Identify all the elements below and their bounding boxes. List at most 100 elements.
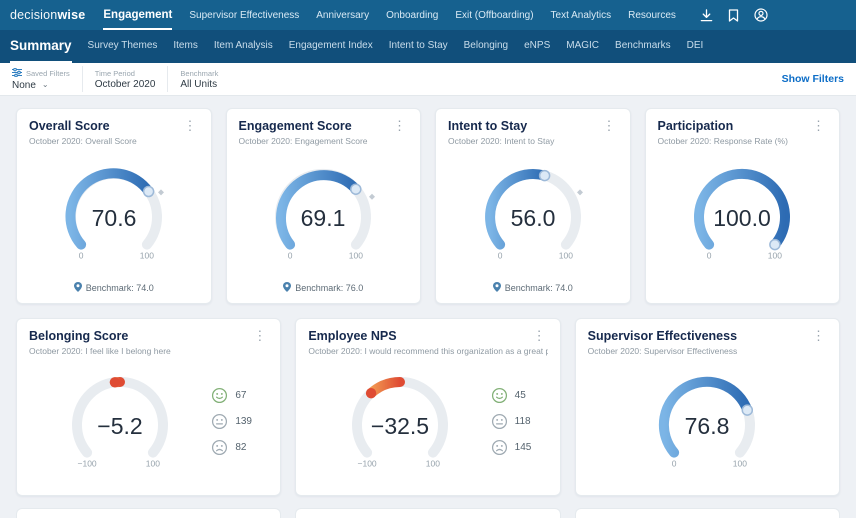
benchmark-row: Benchmark: 74.0 [29, 281, 199, 295]
gauge-min-label: 0 [288, 250, 293, 260]
subnav-item-intent-to-stay[interactable]: Intent to Stay [389, 30, 448, 63]
saved-filters-label: Saved Filters [26, 69, 70, 78]
card-subtitle: October 2020: Supervisor Effectiveness [588, 346, 827, 356]
stat-count: 139 [235, 416, 252, 427]
gauge-min-label: 0 [672, 458, 677, 468]
gauge-max-label: 100 [425, 458, 439, 468]
gauge-value: 70.6 [91, 205, 136, 231]
gauge-knob [351, 184, 361, 194]
card-supervisor-effectiveness: Supervisor Effectiveness ⋮ October 2020:… [575, 318, 840, 496]
topnav-item-anniversary[interactable]: Anniversary [316, 0, 369, 30]
top-icon-group [700, 8, 846, 22]
subnav-item-dei[interactable]: DEI [687, 30, 704, 63]
gauge-svg: 76.80100 [632, 369, 782, 475]
time-period-label: Time Period [95, 69, 135, 78]
subnav-item-survey-themes[interactable]: Survey Themes [88, 30, 158, 63]
benchmark-row: Benchmark: 74.0 [448, 281, 618, 295]
smiley-happy-icon [491, 387, 508, 404]
stat-count: 45 [515, 390, 526, 401]
benchmark-marker [158, 189, 164, 195]
gauge-max-label: 100 [140, 250, 154, 260]
kebab-menu-icon[interactable]: ⋮ [251, 329, 268, 342]
kebab-menu-icon[interactable]: ⋮ [391, 119, 408, 132]
top-navigation-bar: decisionwise Engagement Supervisor Effect… [0, 0, 856, 30]
gauge-max-label: 100 [733, 458, 747, 468]
gauge-min-label: 0 [78, 250, 83, 260]
brand-logo[interactable]: decisionwise [10, 8, 85, 22]
subnav-item-belonging[interactable]: Belonging [464, 30, 508, 63]
stat-neutral: 139 [211, 413, 252, 430]
topnav-item-engagement[interactable]: Engagement [103, 0, 172, 30]
saved-filters-select[interactable]: None ⌄ [12, 80, 70, 91]
smiley-sad-icon [491, 439, 508, 456]
card-participation: Participation ⋮ October 2020: Response R… [645, 108, 841, 304]
card-row-3-partial [16, 508, 840, 518]
gauge-min-label: 0 [497, 250, 502, 260]
benchmark-pin-icon [283, 282, 291, 294]
gauge-chart: −32.5−100100 [325, 369, 475, 475]
stat-neutral: 118 [491, 413, 532, 430]
show-filters-link[interactable]: Show Filters [782, 73, 844, 85]
topnav-item-supervisor-effectiveness[interactable]: Supervisor Effectiveness [189, 0, 299, 30]
card-subtitle: October 2020: I feel like I belong here [29, 346, 268, 356]
subnav-item-enps[interactable]: eNPS [524, 30, 550, 63]
gauge-chart: −5.2−100100 [45, 369, 195, 475]
benchmark-text: Benchmark: 76.0 [295, 283, 363, 293]
smiley-happy-icon [211, 387, 228, 404]
gauge-chart: 70.6 0 100 [39, 161, 189, 267]
card-row-2: Belonging Score ⋮ October 2020: I feel l… [16, 318, 840, 496]
kebab-menu-icon[interactable]: ⋮ [182, 119, 199, 132]
card-stub [16, 508, 281, 518]
time-period-group[interactable]: Time Period October 2020 [82, 66, 168, 92]
stat-happy: 45 [491, 387, 532, 404]
gauge-max-label: 100 [768, 250, 782, 260]
gauge-value: −5.2 [98, 413, 143, 439]
card-subtitle: October 2020: Engagement Score [239, 136, 409, 146]
subnav-item-items[interactable]: Items [173, 30, 197, 63]
gauge-value: 100.0 [713, 205, 771, 231]
saved-filters-group[interactable]: Saved Filters None ⌄ [12, 66, 82, 92]
gauge-chart: 100.00100 [667, 161, 817, 267]
benchmark-group[interactable]: Benchmark All Units [167, 66, 230, 92]
stat-count: 67 [235, 390, 246, 401]
smiley-sad-icon [211, 439, 228, 456]
card-employee-nps: Employee NPS ⋮ October 2020: I would rec… [295, 318, 560, 496]
gauge-value: 56.0 [510, 205, 555, 231]
gauge-knob [143, 186, 153, 196]
topnav-item-text-analytics[interactable]: Text Analytics [551, 0, 612, 30]
kebab-menu-icon[interactable]: ⋮ [810, 119, 827, 132]
gauge-svg: −5.2−100100 [45, 369, 195, 475]
card-title: Belonging Score [29, 329, 128, 343]
card-title: Engagement Score [239, 119, 352, 133]
stat-count: 145 [515, 442, 532, 453]
topnav-item-exit-offboarding[interactable]: Exit (Offboarding) [455, 0, 533, 30]
gauge-knob [366, 388, 376, 398]
account-icon[interactable] [754, 8, 768, 22]
kebab-menu-icon[interactable]: ⋮ [601, 119, 618, 132]
gauge-chart: 69.10100 [248, 161, 398, 267]
subnav-item-summary[interactable]: Summary [10, 30, 72, 63]
chevron-down-icon: ⌄ [42, 81, 49, 89]
gauge-svg: 56.00100 [458, 161, 608, 267]
download-icon[interactable] [700, 9, 713, 22]
stat-count: 82 [235, 442, 246, 453]
card-stub [575, 508, 840, 518]
subnav-item-engagement-index[interactable]: Engagement Index [289, 30, 373, 63]
gauge-value: 69.1 [301, 205, 346, 231]
kebab-menu-icon[interactable]: ⋮ [810, 329, 827, 342]
topnav-item-resources[interactable]: Resources [628, 0, 676, 30]
kebab-menu-icon[interactable]: ⋮ [531, 329, 548, 342]
stat-happy: 67 [211, 387, 252, 404]
filter-bar: Saved Filters None ⌄ Time Period October… [0, 63, 856, 96]
card-stub [295, 508, 560, 518]
subnav-item-item-analysis[interactable]: Item Analysis [214, 30, 273, 63]
subnav-item-benchmarks[interactable]: Benchmarks [615, 30, 671, 63]
gauge-knob [539, 170, 549, 180]
subnav-item-magic[interactable]: MAGIC [566, 30, 599, 63]
card-overall-score: Overall Score ⋮ October 2020: Overall Sc… [16, 108, 212, 304]
dashboard-content: Overall Score ⋮ October 2020: Overall Sc… [0, 96, 856, 518]
brand-logo-bold: wise [57, 8, 85, 22]
topnav-item-onboarding[interactable]: Onboarding [386, 0, 438, 30]
bookmark-icon[interactable] [728, 9, 739, 22]
card-title: Participation [658, 119, 734, 133]
